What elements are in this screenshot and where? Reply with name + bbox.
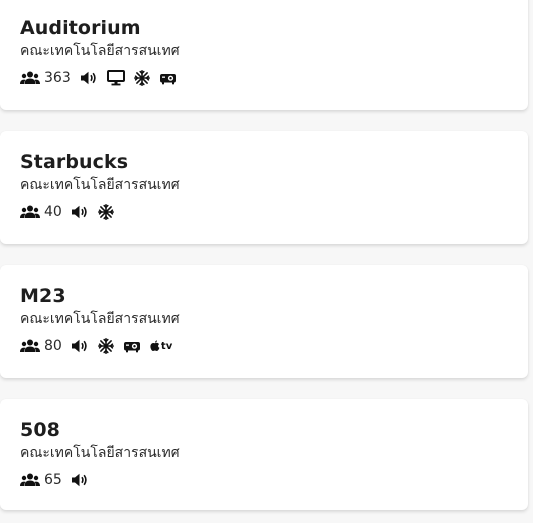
projector-icon — [159, 71, 177, 85]
users-icon — [20, 473, 40, 487]
speaker-icon — [71, 339, 89, 353]
snowflake-icon — [97, 338, 114, 354]
amenities-row: 65 — [20, 470, 508, 490]
apple-tv-label: tv — [160, 340, 173, 352]
room-name: Starbucks — [20, 151, 129, 173]
room-capacity: 363 — [44, 70, 71, 86]
room-faculty: คณะเทคโนโลยีสารสนเทศ — [20, 445, 180, 461]
room-capacity: 80 — [44, 338, 62, 354]
speaker-icon — [71, 205, 89, 219]
room-card[interactable]: 508 คณะเทคโนโลยีสารสนเทศ 65 — [0, 399, 528, 510]
room-name: Auditorium — [20, 17, 141, 39]
room-card[interactable]: M23 คณะเทคโนโลยีสารสนเทศ 80 tv — [0, 265, 528, 378]
room-card[interactable]: Starbucks คณะเทคโนโลยีสารสนเทศ 40 — [0, 131, 528, 244]
snowflake-icon — [97, 204, 114, 220]
speaker-icon — [80, 71, 98, 85]
amenities-row: 40 — [20, 202, 508, 222]
room-name: M23 — [20, 285, 66, 307]
projector-icon — [123, 339, 141, 353]
apple-tv-icon: tv — [150, 340, 173, 352]
users-icon — [20, 339, 40, 353]
room-name: 508 — [20, 419, 60, 441]
snowflake-icon — [133, 70, 150, 86]
monitor-icon — [106, 70, 125, 86]
room-card[interactable]: Auditorium คณะเทคโนโลยีสารสนเทศ 363 — [0, 0, 528, 110]
amenities-row: 363 — [20, 68, 508, 88]
room-capacity: 40 — [44, 204, 62, 220]
room-faculty: คณะเทคโนโลยีสารสนเทศ — [20, 43, 180, 59]
room-faculty: คณะเทคโนโลยีสารสนเทศ — [20, 177, 180, 193]
users-icon — [20, 205, 40, 219]
room-list: Auditorium คณะเทคโนโลยีสารสนเทศ 363 Star… — [0, 0, 533, 523]
amenities-row: 80 tv — [20, 336, 508, 356]
users-icon — [20, 71, 40, 85]
room-capacity: 65 — [44, 472, 62, 488]
speaker-icon — [71, 473, 89, 487]
room-faculty: คณะเทคโนโลยีสารสนเทศ — [20, 311, 180, 327]
